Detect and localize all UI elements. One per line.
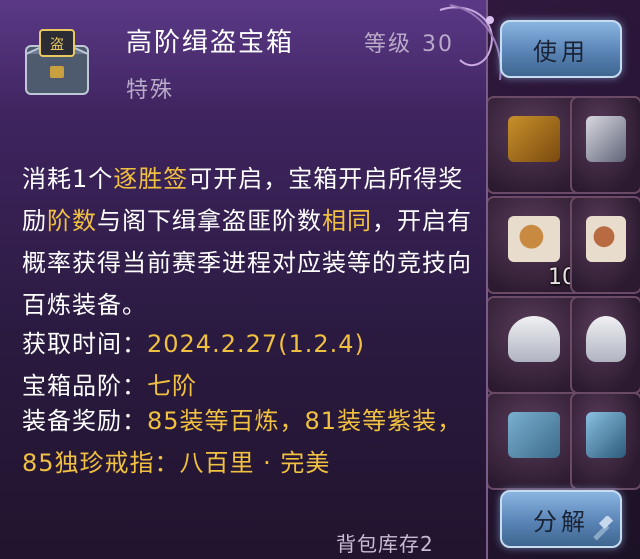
inventory-slot[interactable] [570,392,640,490]
chest-grade-row: 宝箱品阶：七阶 [22,366,197,401]
item-subtype: 特殊 [126,78,175,103]
equipment-reward-row: 装备奖励：85装等百炼，81装等紫装，85独珍戒指：八百里 · 完美 [22,400,474,484]
food-item-icon [586,216,626,262]
inventory-slot[interactable] [570,296,640,394]
item-level: 等级 30 [364,26,454,58]
hammer-icon [593,516,614,541]
dagger-item-icon [586,116,626,162]
acquire-time-label: 获取时间： [22,330,147,358]
scroll-item-icon [586,412,626,458]
bell-item-icon [508,316,560,362]
item-name: 高阶缉盗宝箱 [126,28,295,58]
scroll-item-icon [508,412,560,458]
equipment-reward-label: 装备奖励： [22,407,147,435]
item-tooltip: 盗 高阶缉盗宝箱 等级 30 特殊 消耗1个逐胜签可开启，宝箱开启所得奖励阶数与阁… [0,0,502,559]
acquire-time-value: 2024.2.27(1.2.4) [147,330,365,358]
desc-highlight: 阶数 [47,207,97,235]
food-item-icon [508,216,560,262]
decompose-button[interactable]: 分解 [500,490,622,548]
desc-highlight: 相同 [322,207,372,235]
inventory-stock: 背包库存2 [336,532,434,556]
acquire-time-row: 获取时间：2024.2.27(1.2.4) [22,324,365,359]
desc-highlight: 逐胜签 [113,165,189,193]
chest-item-icon [508,116,560,162]
svg-text:盗: 盗 [50,37,64,53]
bell-item-icon [586,316,626,362]
chest-grade-label: 宝箱品阶： [22,372,147,400]
desc-text: 与阁下缉拿盗匪阶数 [97,207,322,235]
desc-text: 消耗1个 [22,165,114,193]
inventory-slot[interactable] [570,96,640,194]
level-value: 30 [422,32,455,57]
decompose-button-label: 分解 [533,507,589,536]
inventory-slot[interactable] [570,196,640,294]
treasure-chest-icon: 盗 [25,29,89,95]
use-button[interactable]: 使用 [500,20,622,78]
use-button-label: 使用 [533,37,589,66]
item-description: 消耗1个逐胜签可开启，宝箱开启所得奖励阶数与阁下缉拿盗匪阶数相同，开启有概率获得… [22,158,474,326]
level-label: 等级 [364,32,413,57]
chest-grade-value: 七阶 [147,372,197,400]
